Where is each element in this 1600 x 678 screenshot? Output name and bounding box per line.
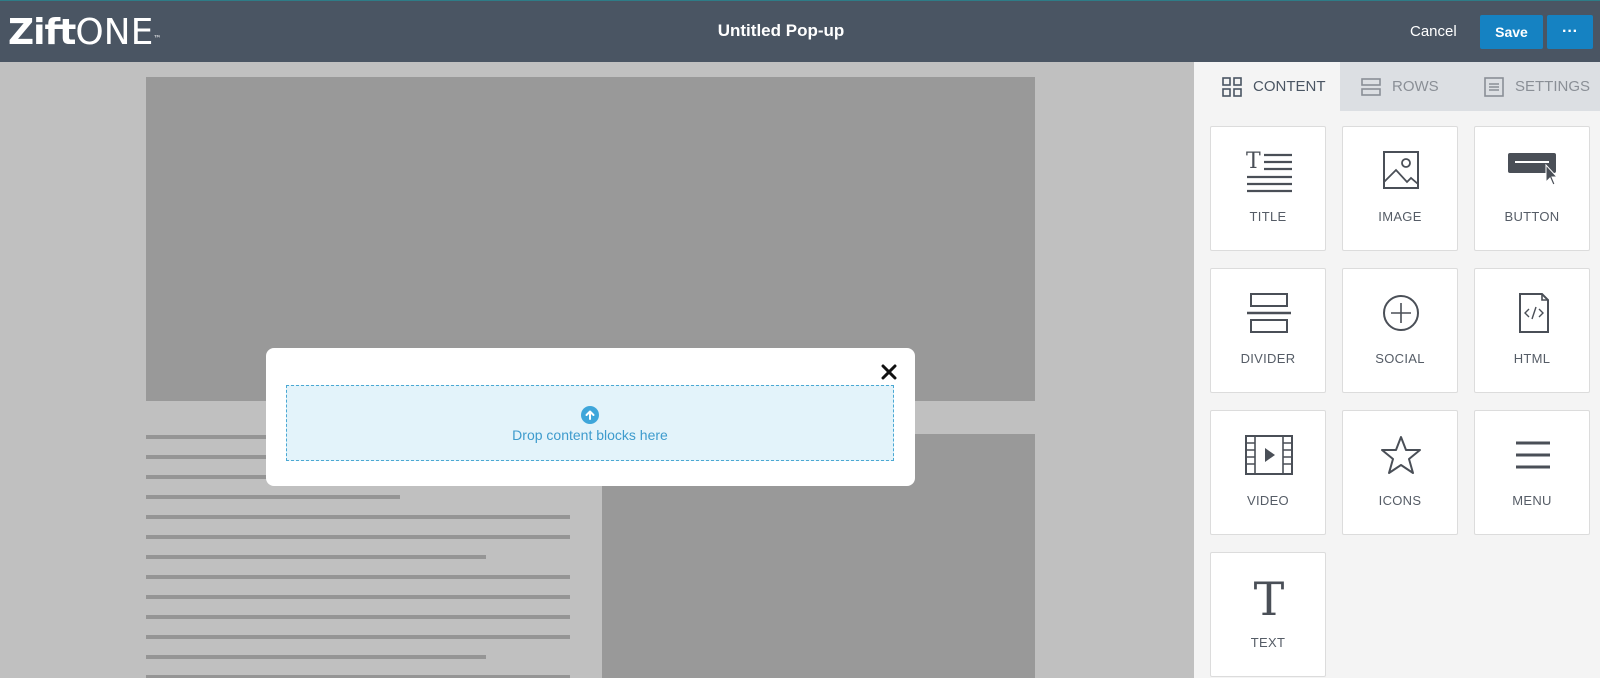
ziftone-logo[interactable]: ZiftONE™ [8, 12, 161, 53]
cancel-button[interactable]: Cancel [1410, 23, 1457, 40]
tab-settings[interactable]: SETTINGS [1461, 62, 1600, 111]
block-icons[interactable]: ICONS [1342, 410, 1458, 535]
block-social-label: SOCIAL [1375, 351, 1425, 366]
more-options-button[interactable]: ··· [1547, 15, 1593, 49]
panel-tabs: CONTENT ROWS SETTINGS [1194, 62, 1600, 111]
close-icon[interactable] [879, 362, 899, 382]
block-divider-label: DIVIDER [1240, 351, 1296, 366]
star-icon [1381, 436, 1421, 474]
text-line-placeholder [146, 535, 570, 539]
text-line-placeholder [146, 475, 270, 479]
block-video-label: VIDEO [1247, 493, 1289, 508]
tab-rows-label: ROWS [1392, 78, 1439, 95]
divider-icon [1247, 293, 1291, 333]
block-text-label: TEXT [1250, 635, 1286, 650]
upload-arrow-icon [581, 406, 599, 424]
block-menu-label: MENU [1512, 493, 1552, 508]
text-line-placeholder [146, 455, 270, 459]
block-menu[interactable]: MENU [1474, 410, 1590, 535]
settings-icon [1484, 76, 1504, 97]
drop-zone[interactable]: Drop content blocks here [286, 385, 894, 461]
block-html[interactable]: HTML [1474, 268, 1590, 393]
text-line-placeholder [146, 435, 270, 439]
block-button[interactable]: BUTTON [1474, 126, 1590, 251]
tab-settings-label: SETTINGS [1515, 78, 1591, 95]
save-button[interactable]: Save [1480, 15, 1543, 49]
block-html-label: HTML [1513, 351, 1551, 366]
html-file-icon [1519, 293, 1549, 333]
page-title: Untitled Pop-up [717, 21, 845, 40]
drop-message: Drop content blocks here [512, 427, 668, 443]
block-video[interactable]: VIDEO [1210, 410, 1326, 535]
tab-rows[interactable]: ROWS [1340, 62, 1461, 111]
social-plus-icon [1383, 295, 1419, 331]
text-line-placeholder [146, 595, 570, 599]
text-line-placeholder [146, 575, 570, 579]
tab-content-label: CONTENT [1253, 78, 1326, 95]
block-divider[interactable]: DIVIDER [1210, 268, 1326, 393]
text-line-placeholder [146, 555, 486, 559]
text-line-placeholder [146, 515, 570, 519]
text-line-placeholder [146, 615, 570, 619]
top-bar: ZiftONE™ Untitled Pop-up Cancel Save ··· [0, 0, 1600, 62]
grid-icon [1222, 76, 1242, 97]
button-icon [1508, 153, 1559, 186]
block-image-label: IMAGE [1378, 209, 1422, 224]
block-icons-label: ICONS [1378, 493, 1422, 508]
tab-content[interactable]: CONTENT [1194, 62, 1340, 111]
text-icon: T [1254, 575, 1285, 619]
text-line-placeholder [146, 635, 570, 639]
block-image[interactable]: IMAGE [1342, 126, 1458, 251]
video-icon [1245, 435, 1293, 475]
popup-modal: Drop content blocks here [266, 348, 915, 486]
logo-light-text: ONE [75, 12, 154, 53]
text-line-placeholder [146, 495, 400, 499]
title-icon: T [1246, 149, 1292, 193]
logo-bold-text: Zift [8, 12, 76, 53]
logo-trademark: ™ [153, 34, 161, 43]
block-social[interactable]: SOCIAL [1342, 268, 1458, 393]
image-icon [1383, 151, 1419, 189]
block-button-label: BUTTON [1504, 209, 1560, 224]
block-title-label: TITLE [1249, 209, 1287, 224]
svg-text:T: T [1246, 149, 1261, 174]
svg-text:T: T [1254, 575, 1285, 619]
rows-icon [1361, 77, 1381, 96]
content-panel: CONTENT ROWS SETTINGS T TITLE IMAGE BUTT… [1194, 62, 1600, 678]
block-title[interactable]: T TITLE [1210, 126, 1326, 251]
text-line-placeholder [146, 655, 486, 659]
block-text[interactable]: T TEXT [1210, 552, 1326, 677]
menu-icon [1516, 441, 1550, 469]
